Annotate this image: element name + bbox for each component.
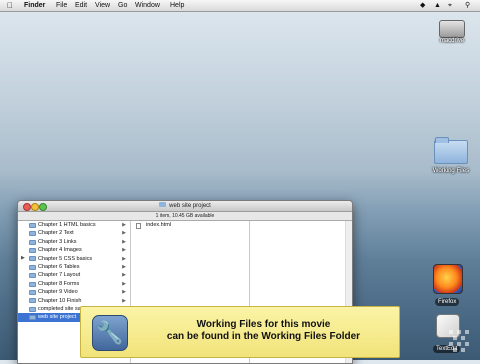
chevron-right-icon: ▶	[122, 263, 126, 270]
folder-icon	[29, 256, 36, 262]
window-title: web site project	[169, 203, 211, 209]
folder-icon	[29, 281, 36, 287]
folder-icon	[29, 306, 36, 312]
tip-banner: 🔧 Working Files for this movie can be fo…	[80, 306, 400, 358]
folder-icon	[29, 222, 36, 228]
list-item[interactable]: Chapter 3 Links ▶	[18, 238, 130, 246]
working-files-folder-icon[interactable]: Working Files	[428, 137, 474, 174]
folder-icon	[29, 289, 36, 295]
dropbox-icon[interactable]: ◆	[420, 0, 425, 11]
folder-icon	[29, 298, 36, 304]
grid-watermark-icon	[449, 330, 469, 352]
folder-icon	[29, 231, 36, 237]
drive-graphic	[439, 20, 465, 38]
folder-icon	[29, 239, 36, 245]
chevron-right-icon: ▶	[122, 222, 126, 228]
wrench-icon: 🔧	[92, 315, 128, 351]
chevron-right-icon: ▶	[122, 297, 126, 304]
menu-help[interactable]: Help	[170, 0, 184, 11]
chevron-right-icon: ▶	[122, 255, 126, 262]
menu-edit[interactable]: Edit	[75, 0, 87, 11]
list-item[interactable]: Chapter 8 Forms ▶	[18, 280, 130, 288]
hard-drive-icon[interactable]: macdrive	[432, 20, 472, 44]
wifi-icon[interactable]: ⌖	[448, 0, 452, 11]
close-button[interactable]	[23, 203, 31, 211]
menu-bar:  Finder File Edit View Go Window Help ◆…	[0, 0, 480, 12]
menu-file[interactable]: File	[56, 0, 67, 11]
status-bar: 1 item, 10.45 GB available	[18, 212, 352, 221]
folder-graphic	[434, 137, 468, 164]
banner-line-2: can be found in the Working Files Folder	[166, 331, 361, 342]
menu-finder[interactable]: Finder	[24, 0, 45, 11]
list-item[interactable]: Chapter 1 HTML basics ▶	[18, 221, 130, 229]
banner-text: Working Files for this movie can be foun…	[136, 319, 391, 343]
volume-icon[interactable]: ▲	[434, 0, 441, 11]
spotlight-icon[interactable]: ⚲	[465, 0, 470, 11]
chevron-right-icon: ▶	[122, 280, 126, 287]
firefox-icon[interactable]	[433, 264, 463, 294]
html-file-icon	[136, 222, 141, 229]
window-titlebar[interactable]: web site project	[18, 201, 352, 212]
list-item[interactable]: Chapter 5 CSS basics ▶	[18, 255, 130, 263]
list-item[interactable]: Chapter 7 Layout ▶	[18, 271, 130, 279]
zoom-button[interactable]	[39, 203, 47, 211]
folder-icon	[29, 273, 36, 279]
chevron-right-icon: ▶	[122, 230, 126, 237]
working-files-label: Working Files	[432, 168, 470, 174]
banner-line-1: Working Files for this movie	[196, 319, 331, 330]
chevron-right-icon: ▶	[122, 272, 126, 279]
folder-icon	[29, 315, 36, 321]
chevron-right-icon: ▶	[122, 238, 126, 245]
folder-icon	[29, 247, 36, 253]
folder-icon	[29, 264, 36, 270]
menu-window[interactable]: Window	[135, 0, 160, 11]
chevron-right-icon: ▶	[122, 247, 126, 254]
menu-view[interactable]: View	[95, 0, 110, 11]
menu-go[interactable]: Go	[118, 0, 127, 11]
apple-menu-icon[interactable]: 	[7, 0, 13, 11]
title-folder-icon	[159, 202, 167, 207]
chevron-right-icon: ▶	[122, 289, 126, 296]
list-item[interactable]: Chapter 2 Text ▶	[18, 229, 130, 237]
list-item[interactable]: Chapter 10 Finish ▶	[18, 297, 130, 305]
file-item[interactable]: index.html	[131, 221, 249, 229]
list-item[interactable]: Chapter 4 Images ▶	[18, 246, 130, 254]
minimize-button[interactable]	[31, 203, 39, 211]
hard-drive-label: macdrive	[439, 38, 465, 44]
firefox-label: Firefox	[435, 298, 460, 306]
list-item[interactable]: Chapter 6 Tables ▶	[18, 263, 130, 271]
list-item[interactable]: Chapter 9 Video ▶	[18, 288, 130, 296]
